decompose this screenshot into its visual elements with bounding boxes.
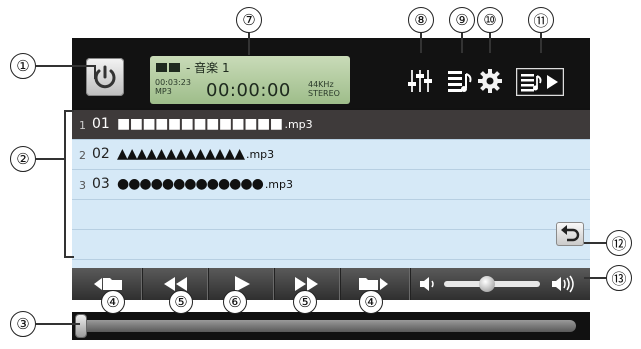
row-extension: .mp3	[245, 148, 275, 161]
lcd-format: MP3	[155, 87, 172, 96]
gear-icon[interactable]	[477, 68, 503, 94]
playlist-row[interactable]: 1 01 ■■■■■■■■■■■■■ .mp3	[72, 110, 590, 140]
callout-8: ⑧	[408, 7, 434, 33]
leader-2-top	[64, 110, 74, 112]
row-filename: ■■■■■■■■■■■■■ .mp3	[117, 116, 313, 132]
row-number: 03	[92, 176, 110, 192]
callout-3: ③	[10, 311, 36, 337]
lcd-sample-rate: 44KHz	[308, 80, 334, 89]
callout-11: ⑪	[528, 7, 554, 33]
leader-2-bottom	[64, 256, 74, 258]
row-number: 01	[92, 116, 110, 132]
lcd-track-title: - 音楽 1	[186, 61, 230, 75]
player-screen: - 音楽 1 00:03:23 MP3 00:00:00 44KHz STERE…	[72, 38, 590, 300]
playlist-row[interactable]: 2 02 ▲▲▲▲▲▲▲▲▲▲▲▲▲ .mp3	[72, 140, 590, 170]
row-extension: .mp3	[264, 178, 294, 191]
volume-slider[interactable]	[444, 276, 540, 292]
callout-13: ⑬	[606, 265, 632, 291]
callout-1: ①	[10, 53, 36, 79]
control-bar	[72, 268, 590, 300]
seek-bar-knob[interactable]	[76, 315, 86, 337]
seek-bar[interactable]	[76, 315, 576, 337]
return-icon	[561, 225, 580, 242]
callout-7: ⑦	[236, 7, 262, 33]
leader-8	[420, 33, 422, 53]
top-bar: - 音楽 1 00:03:23 MP3 00:00:00 44KHz STERE…	[72, 38, 590, 108]
callout-6: ⑥	[223, 290, 247, 314]
row-number: 02	[92, 146, 110, 162]
playlist-row-empty	[72, 200, 590, 230]
lcd-display: - 音楽 1 00:03:23 MP3 00:00:00 44KHz STERE…	[150, 56, 350, 104]
return-button[interactable]	[556, 222, 584, 246]
row-index: 3	[79, 179, 86, 192]
leader-13	[584, 277, 606, 279]
lcd-elapsed-time: 00:00:00	[206, 80, 291, 101]
leader-2	[36, 158, 64, 160]
volume-slider-knob[interactable]	[479, 276, 496, 292]
leader-1-down	[94, 65, 96, 79]
playlist-play-icon[interactable]	[516, 68, 564, 96]
lcd-block-icon	[156, 63, 167, 72]
leader-12	[584, 242, 606, 244]
lcd-block-icon	[169, 63, 180, 72]
leader-9	[461, 33, 463, 53]
row-index: 1	[79, 119, 86, 132]
leader-7	[248, 33, 250, 55]
playlist-icon[interactable]	[448, 68, 474, 94]
row-filename-base: ▲▲▲▲▲▲▲▲▲▲▲▲▲	[117, 146, 245, 162]
volume-high-icon[interactable]	[550, 274, 576, 294]
playlist-row[interactable]: 3 03 ●●●●●●●●●●●●● .mp3	[72, 170, 590, 200]
row-filename: ▲▲▲▲▲▲▲▲▲▲▲▲▲ .mp3	[117, 146, 274, 162]
row-filename: ●●●●●●●●●●●●● .mp3	[117, 176, 293, 192]
callout-9: ⑨	[449, 7, 475, 33]
callout-5-left: ⑤	[169, 290, 193, 314]
lcd-channel-mode: STEREO	[308, 89, 340, 98]
callout-4-left: ④	[101, 290, 125, 314]
callout-10: ⑩	[477, 7, 503, 33]
lcd-total-time: 00:03:23	[155, 78, 191, 87]
leader-3	[36, 323, 80, 325]
callout-2: ②	[10, 146, 36, 172]
equalizer-icon[interactable]	[408, 68, 432, 94]
leader-1	[36, 65, 96, 67]
row-filename-base: ●●●●●●●●●●●●●	[117, 176, 264, 192]
callout-12: ⑫	[606, 230, 632, 256]
power-icon	[94, 65, 116, 89]
row-filename-base: ■■■■■■■■■■■■■	[117, 116, 283, 132]
leader-10	[489, 33, 491, 53]
volume-low-icon[interactable]	[418, 275, 438, 293]
playlist: 1 01 ■■■■■■■■■■■■■ .mp3 2 02 ▲▲▲▲▲▲▲▲▲▲▲▲…	[72, 110, 590, 268]
leader-2-bracket	[64, 110, 66, 258]
power-button[interactable]	[86, 58, 124, 96]
callout-4-right: ④	[359, 290, 383, 314]
callout-5-right: ⑤	[293, 290, 317, 314]
playlist-row-empty	[72, 230, 590, 260]
row-index: 2	[79, 149, 86, 162]
row-extension: .mp3	[284, 118, 313, 131]
leader-11	[540, 33, 542, 53]
